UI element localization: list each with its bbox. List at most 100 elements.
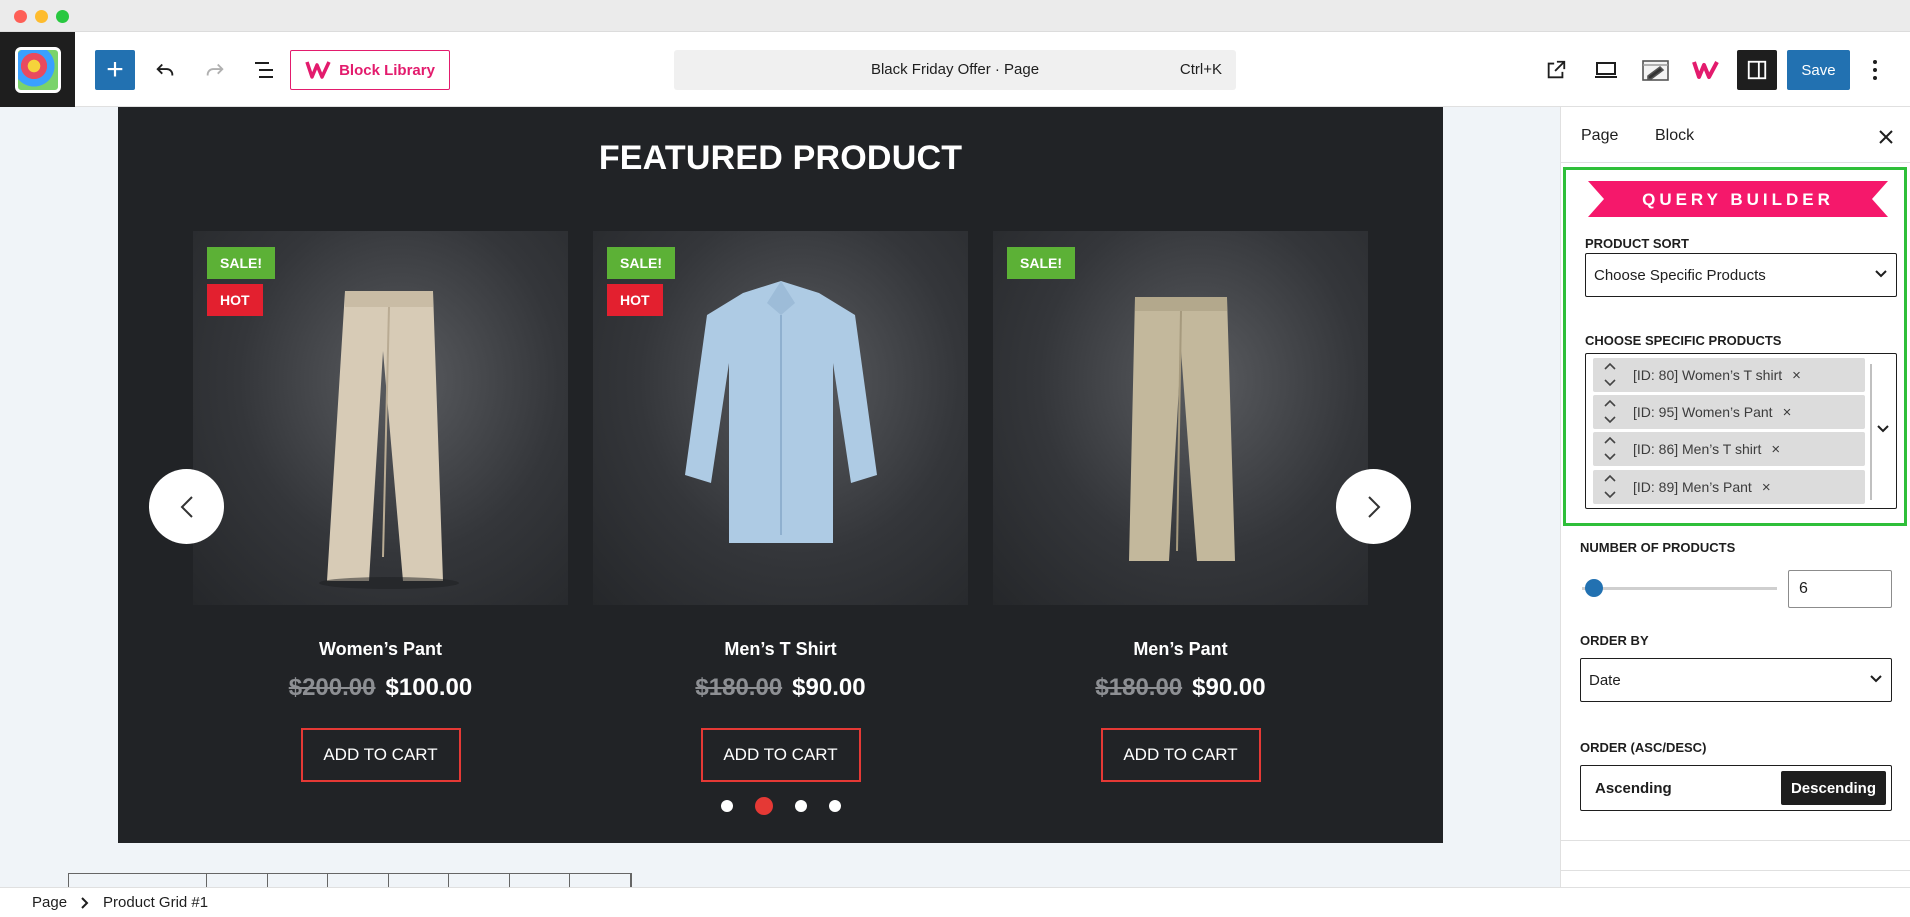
choose-products-multiselect[interactable]: [ID: 80] Women’s T shirt × [ID: 95] Women…	[1585, 353, 1897, 509]
pagination-dot[interactable]	[754, 797, 773, 815]
sidebar-tabs: Page Block	[1561, 107, 1910, 163]
preview-device-icon	[1595, 62, 1617, 78]
product-card[interactable]: SALE! Men’s Pant $180.00 $90.00 ADD TO CA…	[993, 231, 1368, 782]
panel-divider	[1561, 870, 1910, 871]
close-sidebar-button[interactable]	[1879, 123, 1893, 151]
breadcrumb-root[interactable]: Page	[32, 894, 67, 911]
number-of-products-label: NUMBER OF PRODUCTS	[1580, 540, 1736, 555]
product-image[interactable]: SALE! HOT	[193, 231, 568, 605]
tab-page[interactable]: Page	[1581, 127, 1618, 145]
section-title: FEATURED PRODUCT	[598, 139, 963, 177]
breadcrumb-current[interactable]: Product Grid #1	[103, 894, 208, 911]
product-price: $200.00 $100.00	[193, 674, 568, 702]
block-breadcrumb: Page Product Grid #1	[0, 887, 1910, 917]
pagination-dot[interactable]	[828, 800, 841, 812]
settings-sidebar: Page Block QUERY BUILDER PRODUCT SORT Ch…	[1560, 107, 1910, 887]
pagination-dot[interactable]	[794, 800, 807, 812]
settings-sidebar-icon	[1747, 60, 1767, 80]
wowstore-button[interactable]	[1686, 50, 1726, 90]
slider-handle[interactable]	[1585, 579, 1603, 597]
command-palette[interactable]: Black Friday Offer · Page Ctrl+K	[674, 50, 1236, 90]
selected-product-chip[interactable]: [ID: 95] Women’s Pant ×	[1593, 395, 1865, 429]
number-of-products-slider[interactable]	[1582, 587, 1777, 590]
window-titlebar	[0, 0, 1910, 32]
redo-button[interactable]	[195, 50, 235, 90]
product-slider-block[interactable]: FEATURED PRODUCT SALE! HOT Women’s Pant …	[118, 107, 1443, 843]
options-button[interactable]	[1860, 50, 1890, 90]
product-sort-select[interactable]: Choose Specific Products	[1585, 253, 1897, 297]
sale-price: $90.00	[1192, 674, 1266, 701]
save-button[interactable]: Save	[1787, 50, 1850, 90]
order-descending-button[interactable]: Descending	[1780, 771, 1886, 805]
remove-chip-button[interactable]: ×	[1762, 479, 1771, 496]
window-minimize-button[interactable]	[35, 10, 48, 23]
product-name[interactable]: Men’s T Shirt	[593, 639, 968, 660]
remove-chip-button[interactable]: ×	[1771, 441, 1780, 458]
number-of-products-input[interactable]: 6	[1788, 570, 1892, 608]
slider-prev-button[interactable]	[149, 469, 224, 544]
wowstore-icon	[1692, 61, 1719, 79]
block-library-button[interactable]: Block Library	[290, 50, 450, 90]
order-by-label: ORDER BY	[1580, 633, 1649, 648]
product-card[interactable]: SALE! HOT Men’s T Shirt $180.00 $90.00 AD…	[593, 231, 968, 782]
chip-label: [ID: 80] Women’s T shirt	[1633, 367, 1783, 383]
chevron-left-icon	[180, 495, 193, 518]
reorder-icon[interactable]	[1603, 397, 1617, 427]
remove-chip-button[interactable]: ×	[1792, 367, 1801, 384]
undo-button[interactable]	[145, 50, 185, 90]
chip-label: [ID: 86] Men’s T shirt	[1633, 441, 1762, 457]
preview-device-button[interactable]	[1586, 50, 1626, 90]
product-image[interactable]: SALE! HOT	[593, 231, 968, 605]
product-sort-label: PRODUCT SORT	[1585, 236, 1689, 251]
settings-sidebar-toggle[interactable]	[1737, 50, 1777, 90]
window-maximize-button[interactable]	[56, 10, 69, 23]
view-page-button[interactable]	[1536, 50, 1576, 90]
sale-price: $90.00	[792, 674, 866, 701]
reorder-icon[interactable]	[1603, 434, 1617, 464]
product-image[interactable]: SALE!	[993, 231, 1368, 605]
reorder-icon[interactable]	[1603, 472, 1617, 502]
order-ascending-button[interactable]: Ascending	[1595, 771, 1672, 805]
product-sort-value: Choose Specific Products	[1594, 266, 1766, 284]
chevron-down-icon	[1875, 270, 1887, 278]
add-block-button[interactable]: +	[95, 50, 135, 90]
chip-label: [ID: 89] Men’s Pant	[1633, 479, 1752, 495]
product-name[interactable]: Men’s Pant	[993, 639, 1368, 660]
order-by-select[interactable]: Date	[1580, 658, 1892, 702]
product-price: $180.00 $90.00	[993, 674, 1368, 702]
multiselect-scrollbar[interactable]	[1870, 364, 1872, 500]
chevron-down-icon[interactable]	[1876, 422, 1890, 436]
reorder-icon[interactable]	[1603, 360, 1617, 390]
editor-canvas: FEATURED PRODUCT SALE! HOT Women’s Pant …	[0, 107, 1560, 887]
panel-divider	[1561, 840, 1910, 841]
product-name[interactable]: Women’s Pant	[193, 639, 568, 660]
window-close-button[interactable]	[14, 10, 27, 23]
editor-toolbar: + Block Library Black Friday Offer · Pag…	[0, 32, 1910, 107]
selected-product-chip[interactable]: [ID: 80] Women’s T shirt ×	[1593, 358, 1865, 392]
choose-products-label: CHOOSE SPECIFIC PRODUCTS	[1585, 333, 1782, 348]
template-edit-button[interactable]	[1636, 50, 1676, 90]
order-toggle-group: Ascending Descending	[1580, 765, 1892, 811]
block-library-icon	[305, 61, 331, 79]
hot-badge: HOT	[207, 284, 263, 316]
remove-chip-button[interactable]: ×	[1783, 404, 1792, 421]
selected-product-chip[interactable]: [ID: 86] Men’s T shirt ×	[1593, 432, 1865, 466]
chevron-down-icon	[1870, 675, 1882, 683]
slider-next-button[interactable]	[1336, 469, 1411, 544]
add-to-cart-button[interactable]: ADD TO CART	[1100, 728, 1261, 782]
selected-product-chip[interactable]: [ID: 89] Men’s Pant ×	[1593, 470, 1865, 504]
chevron-right-icon	[1367, 495, 1380, 518]
pagination-dot[interactable]	[720, 800, 733, 812]
hot-badge: HOT	[607, 284, 663, 316]
document-overview-button[interactable]	[245, 50, 285, 90]
next-block-table[interactable]	[68, 873, 632, 887]
add-to-cart-button[interactable]: ADD TO CART	[300, 728, 461, 782]
regular-price: $180.00	[1095, 674, 1183, 701]
tab-block[interactable]: Block	[1655, 127, 1694, 145]
add-to-cart-button[interactable]: ADD TO CART	[700, 728, 861, 782]
product-card[interactable]: SALE! HOT Women’s Pant $200.00 $100.00 AD…	[193, 231, 568, 782]
close-icon	[1879, 130, 1893, 144]
order-label: ORDER (ASC/DESC)	[1580, 740, 1707, 755]
sale-badge: SALE!	[1007, 247, 1075, 279]
site-logo[interactable]	[0, 32, 75, 107]
